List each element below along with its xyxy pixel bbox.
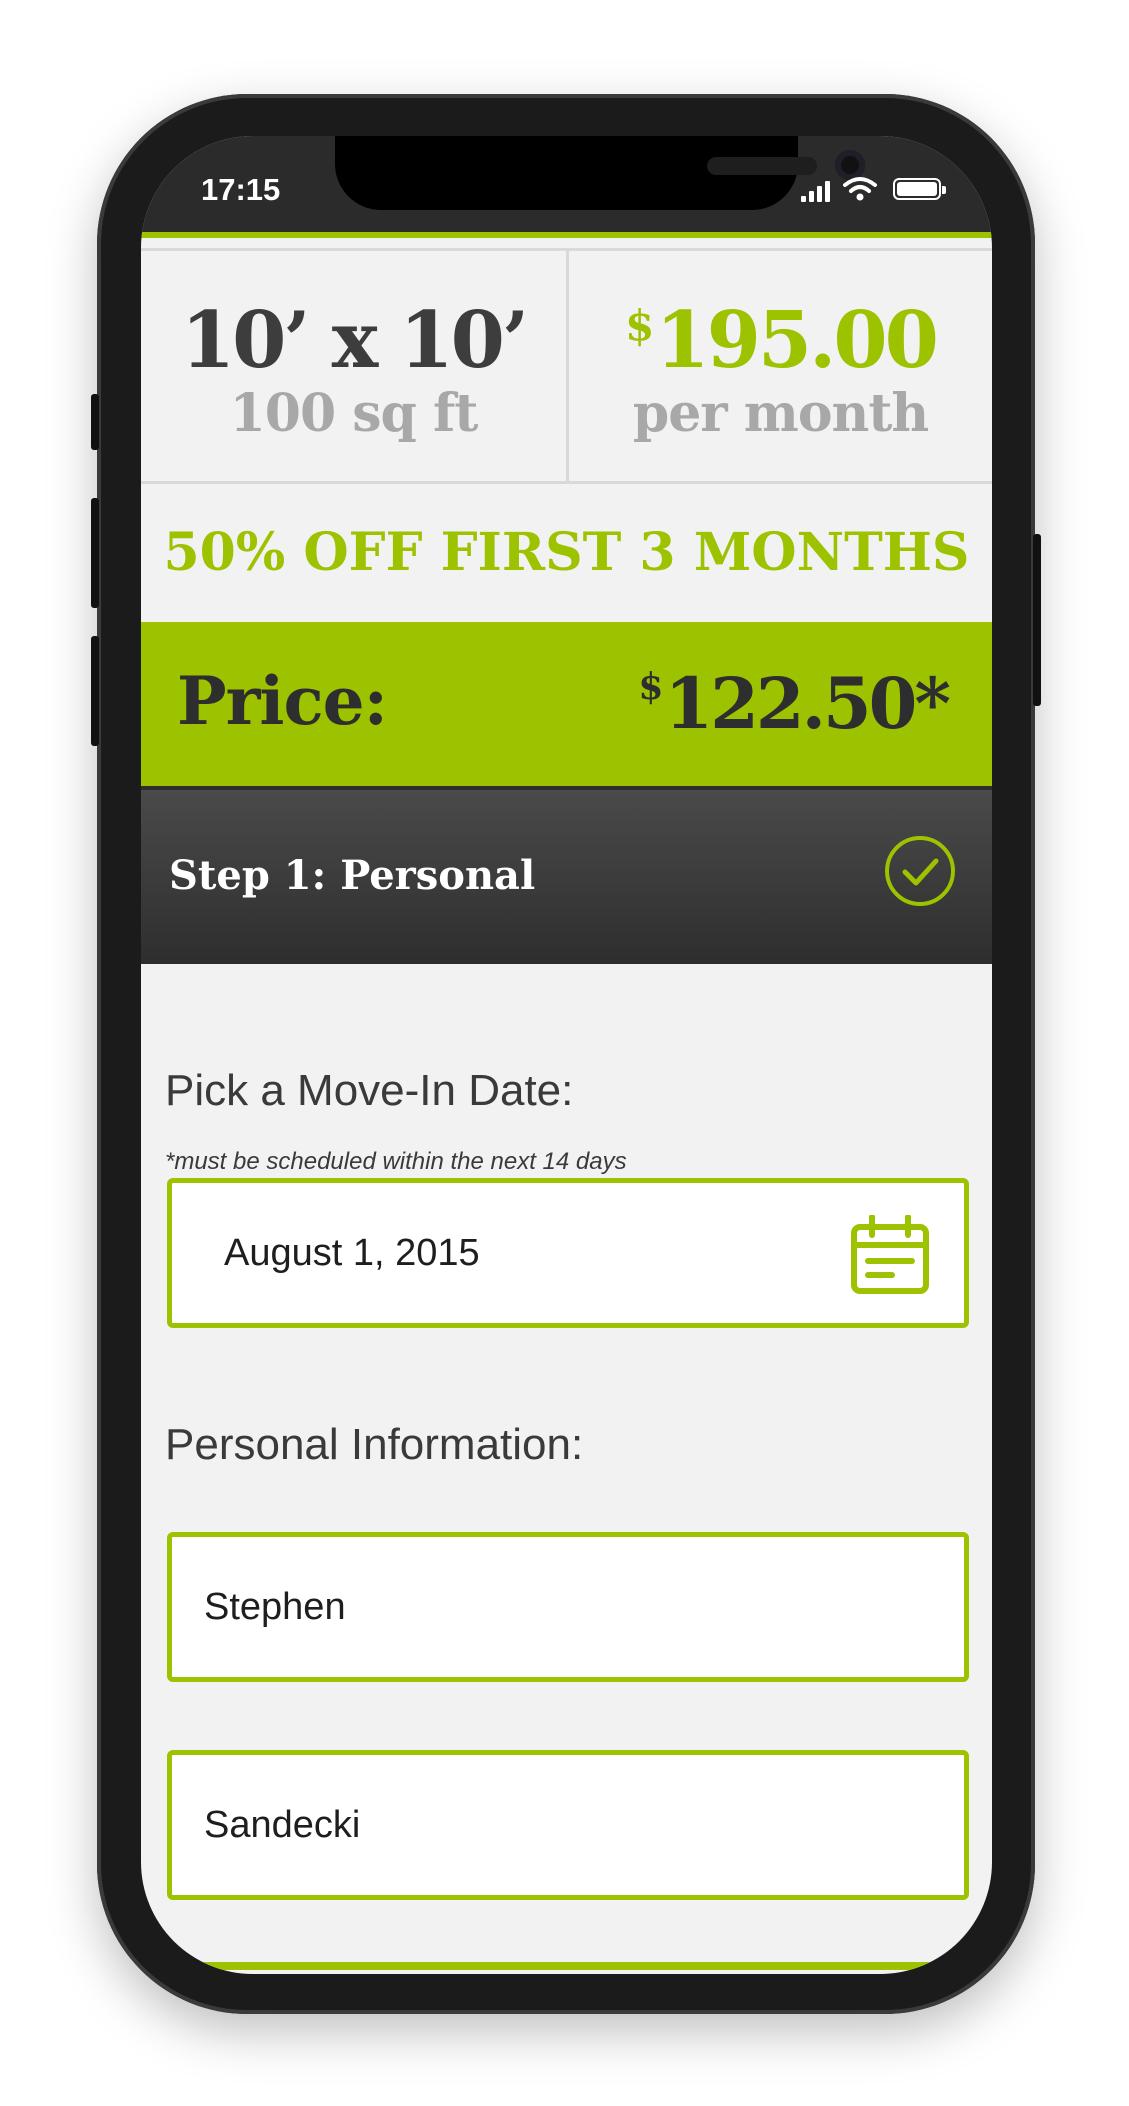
unit-rate-block: $195.00 per month	[569, 251, 992, 481]
rate-period: per month	[632, 383, 929, 444]
price-label: Price:	[177, 662, 388, 740]
wifi-icon	[843, 177, 877, 201]
step-header[interactable]: Step 1: Personal	[141, 790, 992, 964]
power-button	[1033, 534, 1041, 706]
mute-switch	[91, 394, 99, 450]
battery-icon	[893, 178, 946, 200]
move-in-label: Pick a Move-In Date:	[165, 1066, 574, 1115]
status-bar: 17:15	[141, 136, 992, 232]
calendar-icon[interactable]	[850, 1215, 930, 1295]
notch	[335, 136, 865, 210]
first-name-field[interactable]: Stephen	[167, 1532, 969, 1682]
move-in-date-value: August 1, 2015	[224, 1232, 480, 1274]
last-name-value: Sandecki	[204, 1804, 361, 1846]
unit-area: 100 sq ft	[229, 383, 479, 444]
price-bar: Price: $122.50*	[141, 622, 992, 790]
unit-size: 10’ x 10’	[180, 295, 529, 386]
promo-banner: 50% OFF FIRST 3 MONTHS	[163, 522, 970, 583]
first-name-value: Stephen	[204, 1586, 346, 1628]
unit-rate: $195.00	[569, 295, 992, 386]
rate-amount: 195.00	[655, 295, 939, 386]
bottom-accent-divider	[141, 1962, 992, 1970]
status-time: 17:15	[201, 172, 281, 207]
signal-icon	[801, 180, 833, 202]
volume-down-button	[91, 636, 99, 746]
price-value: $122.50*	[638, 662, 951, 745]
phone-screen: 17:15 10’ x 10’ 100 sq ft $195.00 per mo…	[141, 136, 992, 1974]
personal-info-label: Personal Information:	[165, 1420, 584, 1469]
check-circle-icon	[885, 836, 955, 906]
unit-size-block: 10’ x 10’ 100 sq ft	[141, 251, 566, 481]
unit-summary: 10’ x 10’ 100 sq ft $195.00 per month	[141, 248, 992, 484]
price-amount: 122.50*	[664, 662, 951, 745]
price-currency: $	[638, 666, 663, 708]
rate-currency: $	[625, 301, 654, 350]
volume-up-button	[91, 498, 99, 608]
last-name-field[interactable]: Sandecki	[167, 1750, 969, 1900]
speaker-grille	[707, 157, 817, 175]
move-in-note: *must be scheduled within the next 14 da…	[165, 1148, 627, 1175]
accent-divider	[141, 232, 992, 238]
step-title: Step 1: Personal	[169, 852, 536, 899]
move-in-date-field[interactable]: August 1, 2015	[167, 1178, 969, 1328]
